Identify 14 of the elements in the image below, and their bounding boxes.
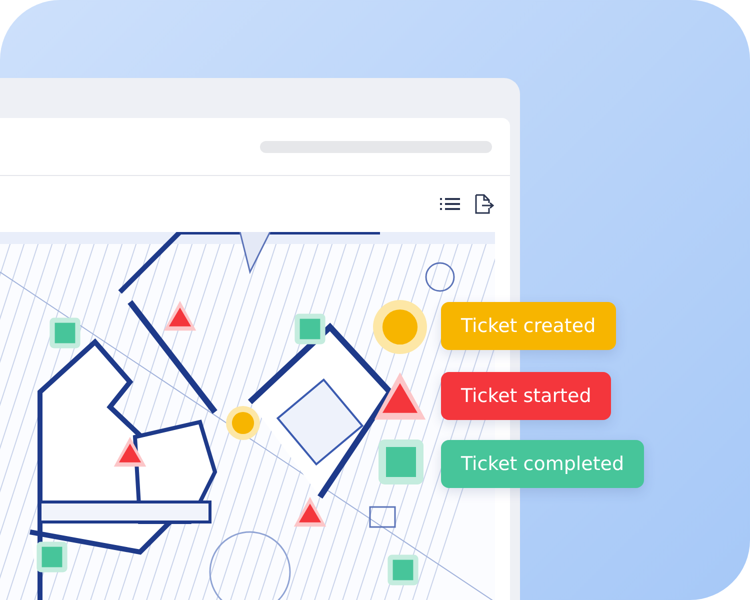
status-label: Ticket created <box>441 302 616 350</box>
round-table <box>425 262 455 292</box>
square-marker-icon[interactable] <box>293 312 327 346</box>
square-marker-icon[interactable] <box>35 540 69 574</box>
export-file-icon[interactable] <box>474 194 494 214</box>
square-marker-icon[interactable] <box>48 316 82 350</box>
circle-marker-icon[interactable] <box>226 406 260 440</box>
square-marker-icon[interactable] <box>386 553 420 587</box>
list-icon[interactable] <box>440 196 460 212</box>
square-marker-icon[interactable] <box>376 437 426 487</box>
status-label: Ticket completed <box>441 440 644 488</box>
circle-marker-icon[interactable] <box>373 300 427 354</box>
chair <box>369 506 396 528</box>
status-label: Ticket started <box>441 372 612 420</box>
